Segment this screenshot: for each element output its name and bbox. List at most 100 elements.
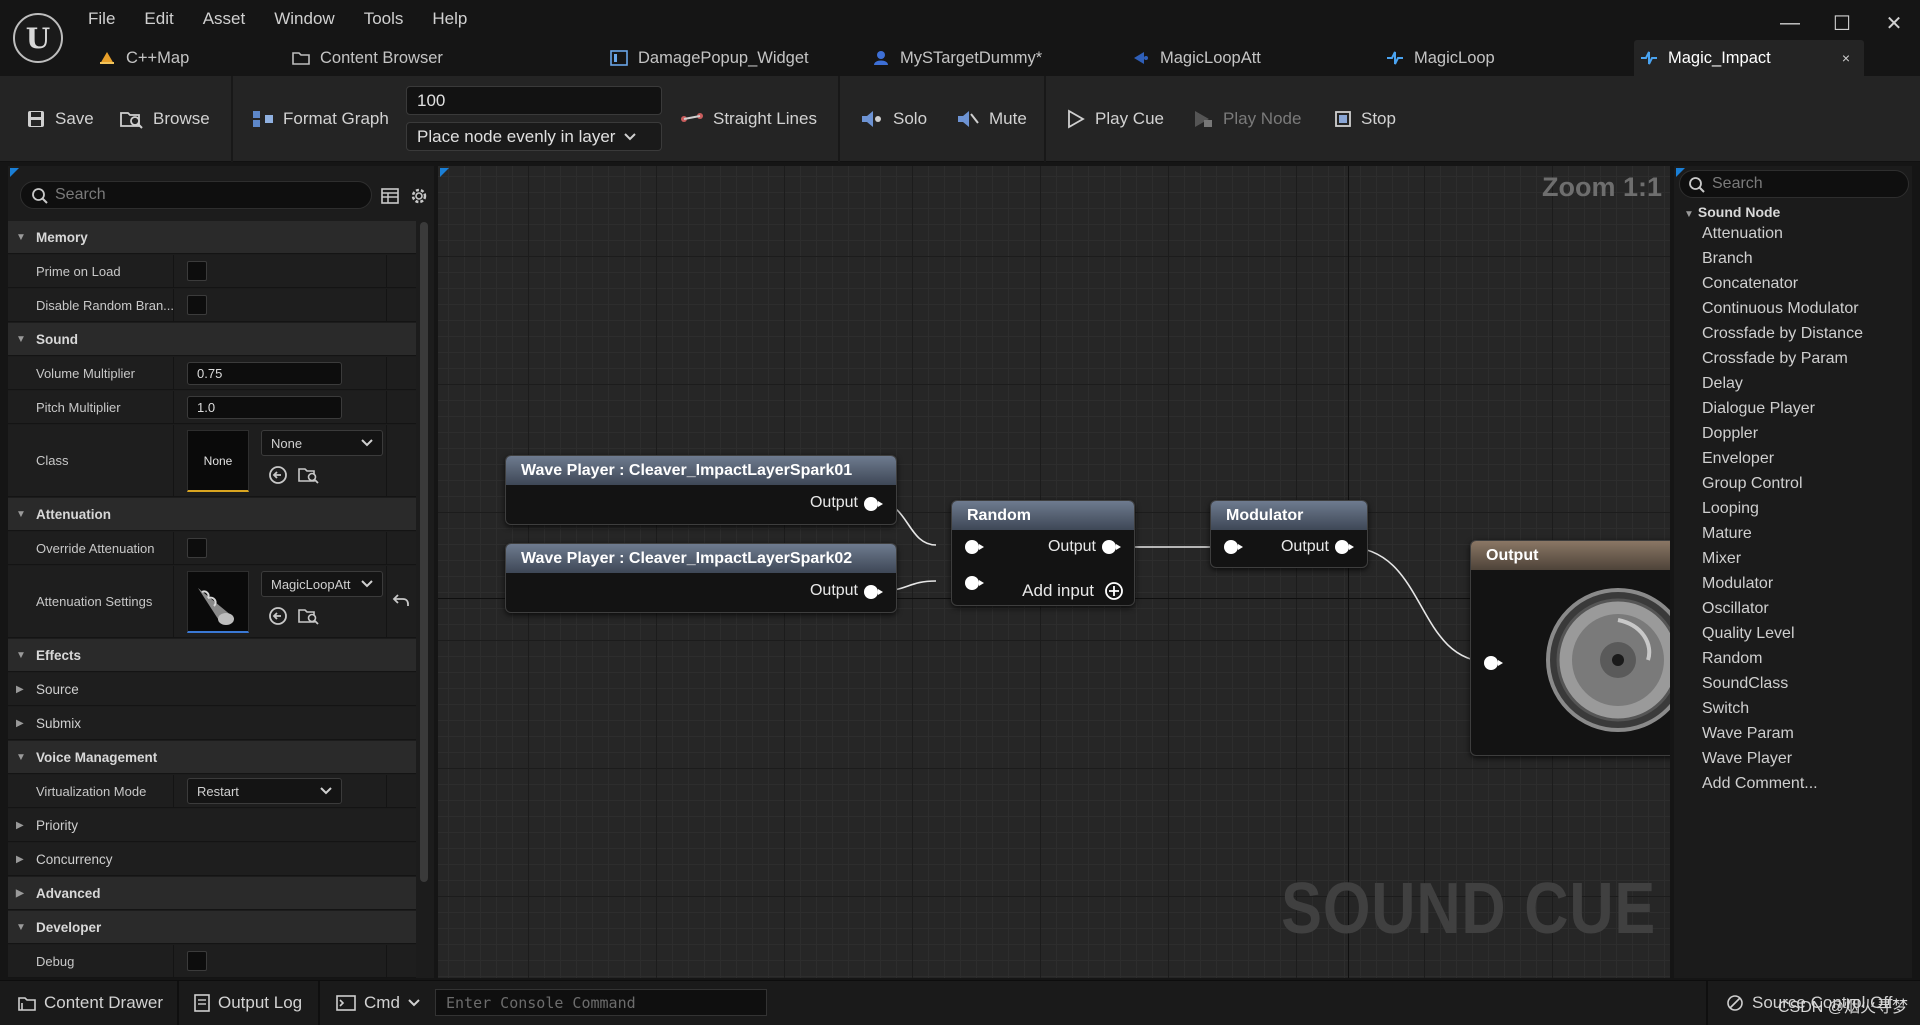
- input-pin[interactable]: [1484, 656, 1503, 670]
- browse-asset-icon[interactable]: [298, 465, 320, 485]
- content-drawer-button[interactable]: Content Drawer: [18, 991, 163, 1015]
- mute-button[interactable]: Mute: [956, 106, 1027, 132]
- palette-item[interactable]: Attenuation: [1702, 225, 1783, 243]
- input-pin-0[interactable]: [965, 540, 984, 554]
- debug-checkbox[interactable]: [187, 951, 207, 971]
- pitch-multiplier-input[interactable]: 1.0: [187, 395, 342, 419]
- add-circle-icon[interactable]: [1104, 581, 1124, 601]
- subcategory-priority[interactable]: ▶ Priority: [8, 809, 416, 842]
- category-voice-management[interactable]: ▼ Voice Management: [8, 741, 416, 774]
- browse-button[interactable]: Browse: [120, 106, 210, 132]
- palette-item[interactable]: Mature: [1702, 525, 1752, 543]
- console-command-input[interactable]: Enter Console Command: [435, 989, 767, 1016]
- palette-item[interactable]: Group Control: [1702, 475, 1803, 493]
- straight-lines-button[interactable]: Straight Lines: [680, 106, 817, 132]
- output-pin[interactable]: [864, 497, 883, 511]
- cmd-dropdown[interactable]: Cmd: [336, 991, 420, 1015]
- palette-item[interactable]: Wave Player: [1702, 750, 1792, 768]
- stop-button[interactable]: Stop: [1334, 106, 1396, 132]
- palette-item[interactable]: Doppler: [1702, 425, 1758, 443]
- output-pin[interactable]: [1335, 540, 1354, 554]
- table-view-icon[interactable]: [381, 187, 399, 205]
- play-cue-button[interactable]: Play Cue: [1066, 106, 1164, 132]
- use-selected-icon[interactable]: [268, 465, 288, 485]
- palette-search-input[interactable]: Search: [1679, 170, 1909, 198]
- play-node-button[interactable]: Play Node: [1192, 106, 1301, 132]
- menu-edit[interactable]: Edit: [144, 8, 173, 30]
- category-effects[interactable]: ▼ Effects: [8, 639, 416, 672]
- details-scrollbar[interactable]: [420, 222, 428, 882]
- unreal-logo-icon[interactable]: U: [13, 13, 63, 63]
- tab-content-browser[interactable]: Content Browser: [286, 40, 486, 76]
- wave-player-node-2[interactable]: Wave Player : Cleaver_ImpactLayerSpark02…: [505, 543, 897, 613]
- reset-to-default-icon[interactable]: [392, 592, 410, 608]
- output-pin[interactable]: [864, 585, 883, 599]
- input-pin[interactable]: [1224, 540, 1243, 554]
- category-sound[interactable]: ▼ Sound: [8, 323, 416, 356]
- palette-item[interactable]: Modulator: [1702, 575, 1773, 593]
- tab-close-icon[interactable]: ×: [1842, 50, 1850, 66]
- input-pin-1[interactable]: [965, 576, 984, 590]
- close-window-button[interactable]: ✕: [1868, 6, 1920, 40]
- layout-mode-dropdown[interactable]: Place node evenly in layer: [406, 122, 662, 151]
- tab-magicloop[interactable]: MagicLoop: [1380, 40, 1580, 76]
- menu-help[interactable]: Help: [432, 8, 467, 30]
- menu-asset[interactable]: Asset: [203, 8, 246, 30]
- tab-mystargetdummy[interactable]: MySTargetDummy*: [866, 40, 1066, 76]
- minimize-button[interactable]: —: [1764, 6, 1816, 40]
- palette-item[interactable]: Enveloper: [1702, 450, 1774, 468]
- category-advanced[interactable]: ▶ Advanced: [8, 877, 416, 910]
- tab-magic-impact[interactable]: Magic_Impact ×: [1634, 40, 1864, 76]
- menu-window[interactable]: Window: [274, 8, 334, 30]
- palette-item[interactable]: Dialogue Player: [1702, 400, 1815, 418]
- palette-item[interactable]: Switch: [1702, 700, 1749, 718]
- virtualization-mode-dropdown[interactable]: Restart: [187, 778, 342, 804]
- tab-cpp-map[interactable]: C++Map: [92, 40, 282, 76]
- palette-item[interactable]: Branch: [1702, 250, 1753, 268]
- palette-item[interactable]: Crossfade by Distance: [1702, 325, 1863, 343]
- palette-item[interactable]: Add Comment...: [1702, 775, 1818, 793]
- tab-magicloopatt[interactable]: MagicLoopAtt: [1126, 40, 1326, 76]
- attenuation-asset-thumbnail[interactable]: [187, 571, 249, 633]
- prime-on-load-checkbox[interactable]: [187, 261, 207, 281]
- palette-category-sound-node[interactable]: ▼ Sound Node: [1684, 204, 1780, 220]
- palette-item[interactable]: Wave Param: [1702, 725, 1794, 743]
- output-node[interactable]: Output: [1470, 540, 1670, 756]
- output-log-button[interactable]: Output Log: [194, 991, 302, 1015]
- palette-item[interactable]: Oscillator: [1702, 600, 1769, 618]
- wire-modulator-to-output[interactable]: [1345, 546, 1491, 663]
- volume-multiplier-input[interactable]: 0.75: [187, 361, 342, 385]
- menu-file[interactable]: File: [88, 8, 115, 30]
- category-developer[interactable]: ▼ Developer: [8, 911, 416, 944]
- override-attenuation-checkbox[interactable]: [187, 538, 207, 558]
- palette-item[interactable]: Continuous Modulator: [1702, 300, 1859, 318]
- class-thumbnail[interactable]: None: [187, 430, 249, 492]
- subcategory-concurrency[interactable]: ▶ Concurrency: [8, 843, 416, 876]
- sound-cue-graph[interactable]: Zoom 1:1 Wave Player : Cleaver_ImpactLay…: [438, 166, 1670, 978]
- attenuation-settings-dropdown[interactable]: MagicLoopAtt: [261, 571, 383, 597]
- disable-random-branch-checkbox[interactable]: [187, 295, 207, 315]
- menu-tools[interactable]: Tools: [364, 8, 404, 30]
- gear-icon[interactable]: [409, 186, 429, 206]
- node-spacing-input[interactable]: 100: [406, 86, 662, 115]
- browse-asset-icon[interactable]: [298, 606, 320, 626]
- palette-item[interactable]: Crossfade by Param: [1702, 350, 1848, 368]
- palette-item[interactable]: Delay: [1702, 375, 1743, 393]
- modulator-node[interactable]: Modulator Output: [1210, 500, 1368, 568]
- wave-player-node-1[interactable]: Wave Player : Cleaver_ImpactLayerSpark01…: [505, 455, 897, 525]
- format-graph-button[interactable]: Format Graph: [252, 106, 389, 132]
- palette-item[interactable]: Random: [1702, 650, 1762, 668]
- palette-item[interactable]: Quality Level: [1702, 625, 1795, 643]
- category-memory[interactable]: ▼ Memory: [8, 221, 416, 254]
- save-button[interactable]: Save: [26, 106, 94, 132]
- subcategory-submix[interactable]: ▶ Submix: [8, 707, 416, 740]
- solo-button[interactable]: Solo: [860, 106, 927, 132]
- details-search-input[interactable]: Search: [20, 181, 372, 209]
- output-pin[interactable]: [1102, 540, 1121, 554]
- category-attenuation[interactable]: ▼ Attenuation: [8, 498, 416, 531]
- tab-damagepopup-widget[interactable]: DamagePopup_Widget: [604, 40, 824, 76]
- palette-item[interactable]: Mixer: [1702, 550, 1741, 568]
- use-selected-icon[interactable]: [268, 606, 288, 626]
- palette-item[interactable]: SoundClass: [1702, 675, 1788, 693]
- maximize-button[interactable]: ☐: [1816, 6, 1868, 40]
